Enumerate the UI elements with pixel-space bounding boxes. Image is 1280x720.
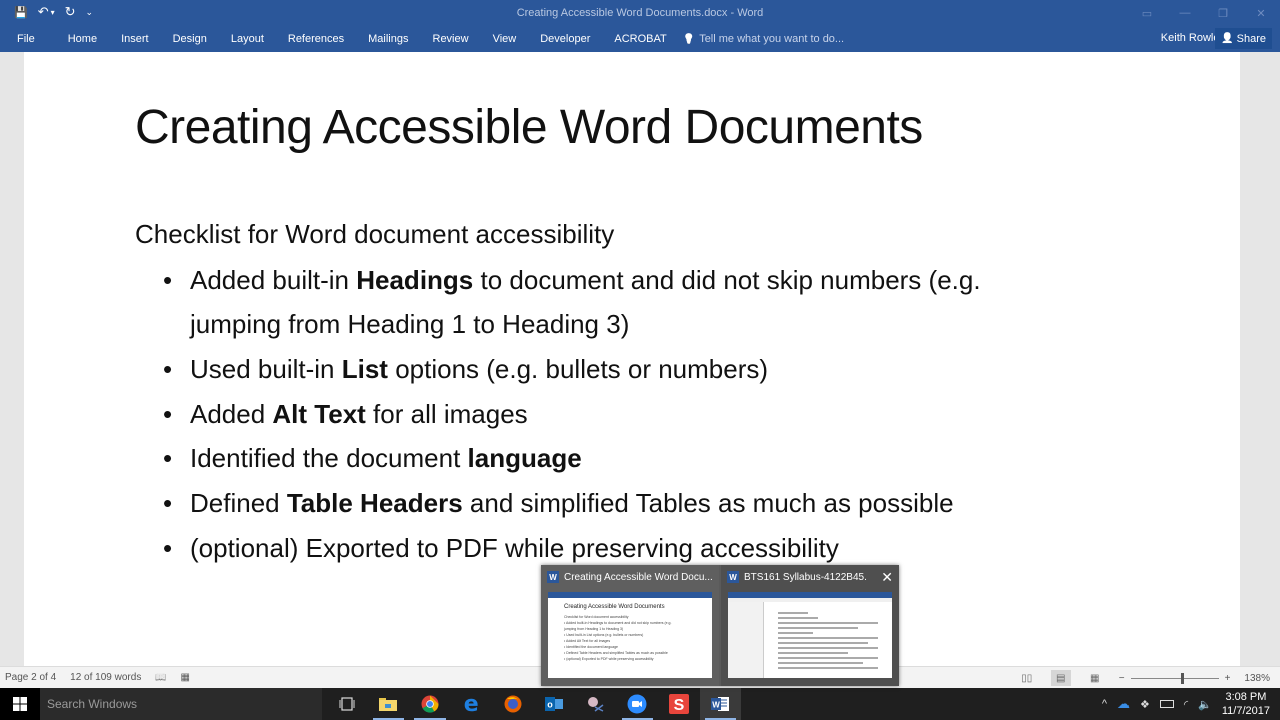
word-taskbar-button[interactable]: W [699,688,741,720]
start-button[interactable] [0,688,40,720]
tab-mailings[interactable]: Mailings [356,33,420,45]
system-tray: ^ ☁ ❖ ◜ 🔈 3:08 PM 11/7/2017 [1102,688,1270,720]
word-count[interactable]: 12 of 109 words [70,672,141,683]
list-item: (optional) Exported to PDF while preserv… [163,526,1063,570]
svg-text:o: o [548,700,554,710]
thumbnail-preview-image [728,592,892,678]
tab-references[interactable]: References [276,33,356,45]
page-count[interactable]: Page 2 of 4 [5,672,56,683]
tell-me-box[interactable]: 💡 Tell me what you want to do... [683,33,844,45]
thumbnail-window-accessible-docs[interactable]: W Creating Accessible Word Docu... Creat… [541,565,719,686]
battery-icon[interactable] [1159,700,1174,708]
close-button[interactable]: ✕ [1242,0,1280,26]
clock-time: 3:08 PM [1225,691,1267,703]
tab-home[interactable]: Home [56,33,109,45]
restore-button[interactable]: ❐ [1204,0,1242,26]
tab-insert[interactable]: Insert [109,33,161,45]
macro-recording-icon[interactable]: ▦ [181,672,190,683]
tab-review[interactable]: Review [421,33,481,45]
lightbulb-icon: 💡 [682,33,696,45]
snagit-icon: S [668,694,689,714]
thumbnail-title: Creating Accessible Word Docu... [564,571,712,583]
show-hidden-icons-button[interactable]: ^ [1102,698,1107,710]
wifi-icon[interactable]: ◜ [1184,698,1188,711]
list-item: Added Alt Text for all images [163,392,1063,436]
word-icon: W [547,571,559,583]
document-title: Creating Accessible Word Documents [135,101,923,154]
zoom-level[interactable]: 138% [1244,673,1270,684]
print-layout-button[interactable]: ▤ [1050,670,1071,686]
volume-icon[interactable]: 🔈 [1198,698,1212,711]
share-button[interactable]: 👤 Share [1215,28,1272,49]
file-explorer-button[interactable] [368,688,410,720]
snipping-tool-button[interactable] [575,688,617,720]
task-view-button[interactable] [326,688,368,720]
tab-design[interactable]: Design [161,33,219,45]
taskbar-thumbnail-preview: W Creating Accessible Word Docu... Creat… [541,565,899,686]
zoom-app-icon [627,694,647,714]
windows-logo-icon [13,697,27,711]
zoom-control: − + [1119,672,1231,684]
web-layout-button[interactable]: ▦ [1085,670,1105,686]
task-view-icon [339,697,355,711]
person-add-icon: 👤 [1221,33,1234,44]
zoom-slider-thumb[interactable] [1180,672,1184,684]
read-mode-button[interactable]: ▯▯ [1017,670,1037,686]
tab-layout[interactable]: Layout [219,33,276,45]
clock-date: 11/7/2017 [1221,705,1270,717]
edge-button[interactable]: e [451,688,493,720]
zoom-out-button[interactable]: − [1119,673,1125,684]
tab-acrobat[interactable]: ACROBAT [602,33,678,45]
thumbnail-preview-image: Creating Accessible Word Documents Check… [548,592,712,678]
edge-icon: e [463,691,479,717]
dropbox-icon[interactable]: ❖ [1140,698,1150,711]
zoom-slider[interactable] [1130,672,1219,684]
outlook-icon: o [545,697,564,711]
clock[interactable]: 3:08 PM 11/7/2017 [1222,690,1270,718]
zoom-in-button[interactable]: + [1225,673,1231,684]
svg-text:W: W [712,701,720,710]
share-label: Share [1236,32,1266,45]
tab-view[interactable]: View [481,33,529,45]
title-bar: 💾 ↶ ▾ ↻ ⌄ Creating Accessible Word Docum… [0,0,1280,26]
checklist-heading: Checklist for Word document accessibilit… [135,219,615,249]
window-title: Creating Accessible Word Documents.docx … [516,7,764,19]
chrome-button[interactable] [409,688,451,720]
snagit-button[interactable]: S [658,688,700,720]
onedrive-icon[interactable]: ☁ [1117,696,1130,712]
word-icon: W [727,571,739,583]
zoom-app-button[interactable] [617,688,659,720]
list-item: Identified the document language [163,436,1063,480]
firefox-button[interactable] [492,688,534,720]
taskbar: Search Windows e o S W ^ ☁ ❖ ◜ 🔈 3:08 PM… [0,688,1280,720]
mini-line: • (optional) Exported to PDF while prese… [564,657,654,661]
mini-title: Creating Accessible Word Documents [564,604,665,610]
scissors-icon [587,697,604,712]
taskbar-search[interactable]: Search Windows [40,688,322,720]
svg-text:S: S [673,697,684,714]
word-icon: W [711,697,730,711]
close-thumbnail-icon[interactable]: ✕ [881,569,893,586]
tell-me-placeholder: Tell me what you want to do... [699,33,845,45]
chrome-icon [421,695,439,713]
proofing-icon[interactable]: 📖 [155,672,166,683]
list-item: Added built-in Headings to document and … [163,258,1063,346]
folder-icon [379,698,398,711]
checklist: Added built-in Headings to document and … [163,258,1063,571]
list-item: Used built-in List options (e.g. bullets… [163,347,1063,391]
firefox-icon [504,695,522,713]
ribbon-display-options-button[interactable]: ▭ [1128,0,1166,26]
outlook-button[interactable]: o [534,688,576,720]
list-item: Defined Table Headers and simplified Tab… [163,481,1063,525]
thumbnail-window-syllabus[interactable]: W BTS161 Syllabus-4122B45... ✕ [721,565,899,686]
minimize-button[interactable]: — [1166,0,1204,26]
thumbnail-title: BTS161 Syllabus-4122B45... [744,571,867,583]
ribbon-tabs: File Home Insert Design Layout Reference… [0,26,1280,52]
tab-developer[interactable]: Developer [528,33,602,45]
window-controls: ▭ — ❐ ✕ [1128,0,1280,26]
tab-file[interactable]: File [0,33,56,45]
